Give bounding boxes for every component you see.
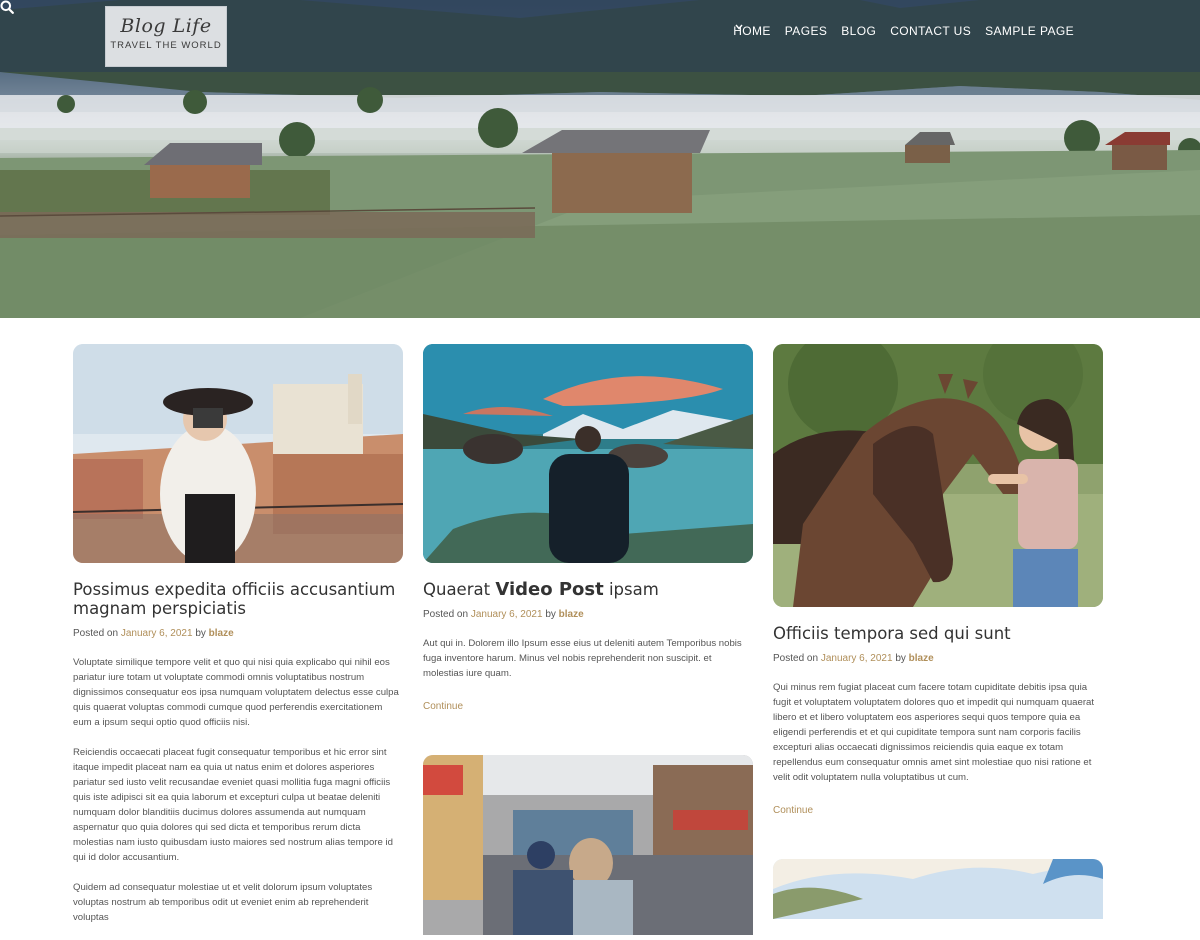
main-navigation: HOME PAGES BLOG CONTACT US SAMPLE PAGE: [733, 24, 1074, 38]
post-author-link[interactable]: blaze: [209, 628, 234, 639]
post-title[interactable]: Possimus expedita officiis accusantium m…: [73, 580, 403, 618]
post-card: Possimus expedita officiis accusantium m…: [73, 344, 403, 940]
post-date-link[interactable]: January 6, 2021: [471, 609, 543, 620]
post-meta: Posted on January 6, 2021 by blaze: [73, 628, 403, 639]
post-image-lake: [423, 344, 753, 563]
nav-contact-us[interactable]: CONTACT US: [890, 24, 971, 38]
post-image-street: [423, 755, 753, 935]
chevron-down-icon: [735, 24, 743, 30]
excerpt-paragraph: Voluptate similique tempore velit et quo…: [73, 657, 399, 728]
site-logo[interactable]: Blog Life TRAVEL THE WORLD: [105, 6, 227, 67]
post-image-sky: [773, 859, 1103, 919]
post-title-suffix: ipsam: [608, 580, 659, 599]
nav-pages[interactable]: PAGES: [735, 24, 828, 38]
by-label: by: [545, 609, 556, 620]
post-excerpt: Aut qui in. Dolorem illo Ipsum esse eius…: [423, 636, 753, 681]
posted-on-label: Posted on: [423, 609, 469, 620]
post-meta: Posted on January 6, 2021 by blaze: [773, 653, 1103, 664]
post-title-bold: Video Post: [495, 579, 604, 600]
post-excerpt: Qui minus rem fugiat placeat cum facere …: [773, 680, 1103, 785]
post-title[interactable]: Quaerat Video Post ipsam: [423, 580, 753, 599]
excerpt-paragraph: Qui minus rem fugiat placeat cum facere …: [773, 682, 1095, 783]
post-author-link[interactable]: blaze: [909, 653, 934, 664]
by-label: by: [895, 653, 906, 664]
post-card: Quaerat Video Post ipsam Posted on Janua…: [423, 344, 753, 714]
nav-blog[interactable]: BLOG: [841, 24, 876, 38]
post-image-photographer: [73, 344, 403, 563]
excerpt-paragraph: Quidem ad consequatur molestiae ut et ve…: [73, 882, 373, 923]
post-card: Officiis tempora sed qui sunt Posted on …: [773, 344, 1103, 818]
post-thumbnail[interactable]: [773, 859, 1103, 919]
continue-link[interactable]: Continue: [773, 805, 813, 816]
post-author-link[interactable]: blaze: [559, 609, 584, 620]
post-card: [423, 755, 753, 935]
continue-link[interactable]: Continue: [423, 701, 463, 712]
excerpt-paragraph: Reiciendis occaecati placeat fugit conse…: [73, 747, 393, 863]
post-date-link[interactable]: January 6, 2021: [821, 653, 893, 664]
post-meta: Posted on January 6, 2021 by blaze: [423, 609, 753, 620]
nav-sample-page[interactable]: SAMPLE PAGE: [985, 24, 1074, 38]
post-image-horses: [773, 344, 1103, 607]
excerpt-paragraph: Aut qui in. Dolorem illo Ipsum esse eius…: [423, 638, 742, 679]
search-icon[interactable]: [0, 0, 14, 14]
post-title[interactable]: Officiis tempora sed qui sunt: [773, 624, 1103, 643]
post-card: [773, 859, 1103, 919]
post-excerpt: Voluptate similique tempore velit et quo…: [73, 655, 403, 925]
posted-on-label: Posted on: [773, 653, 819, 664]
by-label: by: [195, 628, 206, 639]
post-thumbnail[interactable]: [423, 755, 753, 935]
post-title-prefix: Quaerat: [423, 580, 491, 599]
site-title: Blog Life: [120, 15, 212, 37]
posted-on-label: Posted on: [73, 628, 119, 639]
post-thumbnail[interactable]: [73, 344, 403, 563]
post-thumbnail[interactable]: [423, 344, 753, 563]
post-date-link[interactable]: January 6, 2021: [121, 628, 193, 639]
site-tagline: TRAVEL THE WORLD: [110, 40, 222, 51]
nav-pages-label: PAGES: [784, 24, 828, 38]
hero-banner: Blog Life TRAVEL THE WORLD HOME PAGES BL…: [0, 0, 1200, 318]
post-thumbnail[interactable]: [773, 344, 1103, 607]
